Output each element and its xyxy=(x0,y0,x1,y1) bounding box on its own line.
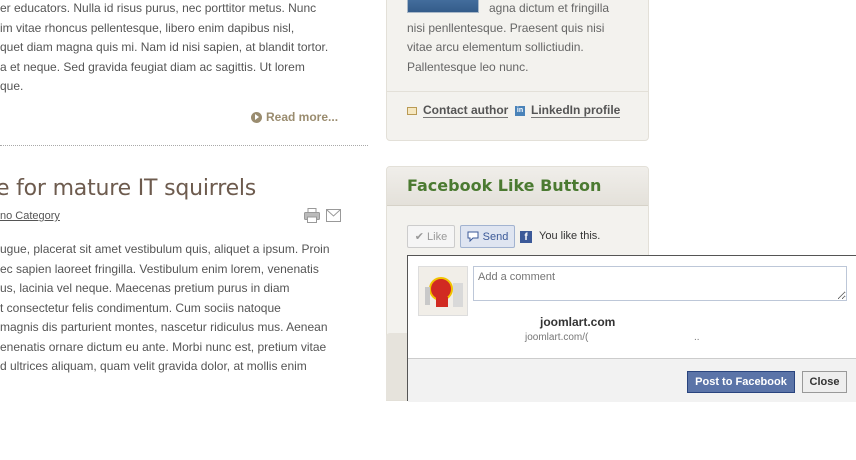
close-button[interactable]: Close xyxy=(802,371,847,393)
next-module-edge xyxy=(386,333,408,400)
read-more-link[interactable]: Read more... xyxy=(251,110,338,124)
author-bio: agna dictum et fringilla nisi penllentes… xyxy=(407,0,637,77)
contact-author-label: Contact author xyxy=(423,103,509,118)
send-button[interactable]: Send xyxy=(460,225,515,248)
facebook-comment-popup: joomlart.com joomlart.com/( .. Post to F… xyxy=(407,255,856,402)
body-line: ugue, placerat sit amet vestibulum quis,… xyxy=(0,242,330,256)
body-line: t consectetur felis condimentum. Cum soc… xyxy=(0,300,281,315)
body-line: ec sapien laoreet fringilla. Vestibulum … xyxy=(0,261,319,276)
linkedin-profile-label: LinkedIn profile xyxy=(531,103,621,118)
article-divider xyxy=(0,145,368,146)
body-line: us, lacinia vel neque. Maecenas pretium … xyxy=(0,281,290,295)
shared-site-url: joomlart.com/( xyxy=(525,332,589,343)
author-module: agna dictum et fringilla nisi penllentes… xyxy=(386,0,649,141)
envelope-icon xyxy=(407,106,417,115)
intro-line: que. xyxy=(0,79,24,93)
like-button[interactable]: ✔ Like xyxy=(407,225,455,248)
play-circle-icon xyxy=(251,111,262,123)
author-bio-line: Pallentesque leo nunc. xyxy=(407,59,529,74)
popup-footer: Post to Facebook Close xyxy=(408,358,856,402)
post-to-facebook-button[interactable]: Post to Facebook xyxy=(687,371,795,393)
module-title: Facebook Like Button xyxy=(407,176,602,195)
send-label: Send xyxy=(482,230,509,243)
read-more-label: Read more... xyxy=(266,110,339,124)
email-icon[interactable] xyxy=(326,209,341,222)
facebook-logo-icon: f xyxy=(520,231,532,243)
print-icon[interactable] xyxy=(304,208,320,223)
intro-line: a et neque. Sed gravida feugiat diam ac … xyxy=(0,59,305,74)
intro-line: im vitae rhoncus pellentesque, libero en… xyxy=(0,20,295,35)
author-bio-line: vitae arcu elementum sollictiudin. xyxy=(407,40,584,54)
like-status-text: You like this. xyxy=(539,230,601,242)
module-header: Facebook Like Button xyxy=(387,167,648,206)
avatar xyxy=(418,266,468,316)
shared-site-name: joomlart.com xyxy=(540,315,616,329)
author-bio-line: agna dictum et fringilla xyxy=(489,1,610,15)
body-line: enenatis ornare dictum eu ante. Morbi nu… xyxy=(0,339,327,354)
article-title[interactable]: e for mature IT squirrels xyxy=(0,176,256,201)
speech-bubble-icon xyxy=(467,231,479,242)
intro-line: er educators. Nulla id risus purus, nec … xyxy=(0,1,317,15)
contact-author-link[interactable]: Contact author xyxy=(407,103,509,118)
linkedin-profile-link[interactable]: in LinkedIn profile xyxy=(515,103,621,118)
category-link[interactable]: no Category xyxy=(0,210,60,222)
intro-line: quet diam magna quis mi. Nam id nisi sap… xyxy=(0,40,329,54)
author-separator xyxy=(387,91,648,92)
linkedin-icon: in xyxy=(515,105,525,116)
body-line: d ultrices aliquam, quam velit gravida d… xyxy=(0,359,307,373)
article-body: ugue, placerat sit amet vestibulum quis,… xyxy=(0,240,370,377)
club-crest-icon xyxy=(419,267,467,315)
shared-site-url-ellipsis: .. xyxy=(694,332,700,343)
like-label: Like xyxy=(427,230,448,243)
author-bio-line: nisi penllentesque. Praesent quis nisi xyxy=(407,20,605,35)
body-line: magnis dis parturient montes, nascetur r… xyxy=(0,320,328,334)
article-intro: er educators. Nulla id risus purus, nec … xyxy=(0,0,370,97)
comment-input[interactable] xyxy=(473,266,847,301)
check-icon: ✔ xyxy=(414,231,425,243)
